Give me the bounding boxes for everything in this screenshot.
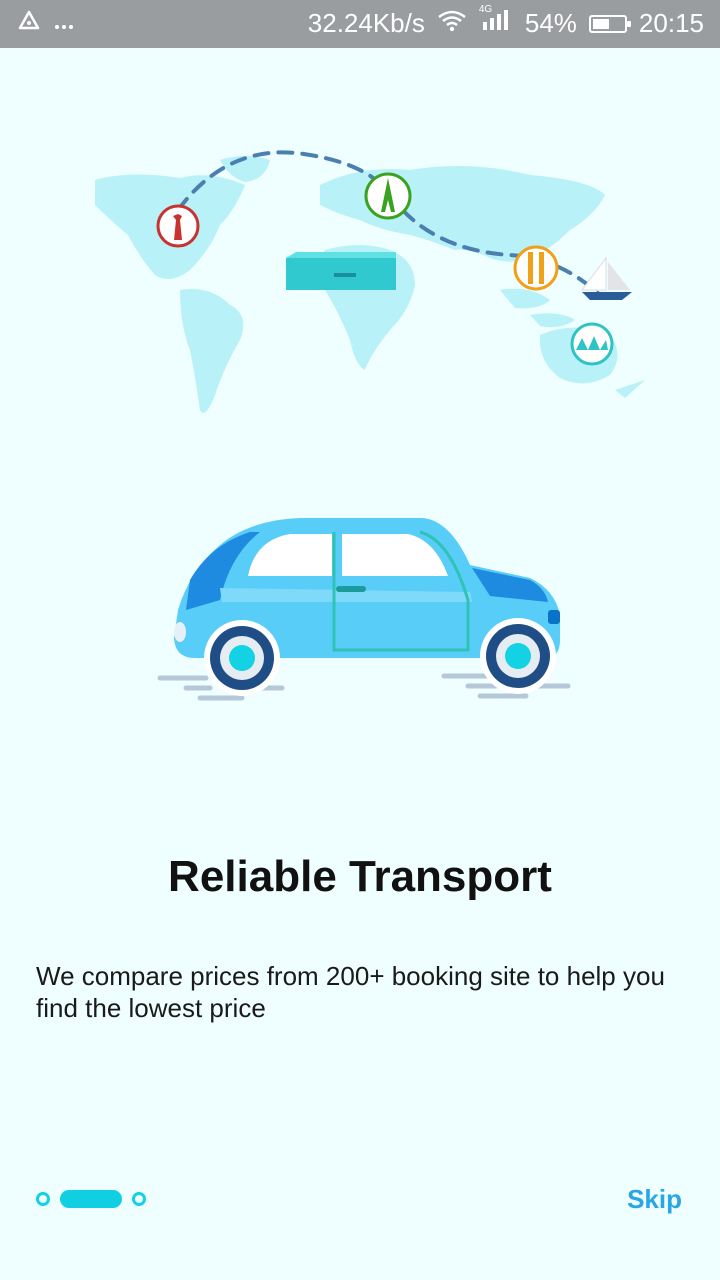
world-map-illustration (95, 150, 645, 413)
wifi-icon (437, 8, 467, 39)
page-dot-2-active[interactable] (60, 1190, 122, 1208)
network-speed: 32.24Kb/s (307, 8, 425, 38)
page-dot-3[interactable] (132, 1192, 146, 1206)
page-title: Reliable Transport (168, 852, 552, 901)
battery-icon (588, 14, 631, 33)
battery-fill (592, 18, 609, 29)
status-bar: 32.24Kb/s 4G 54% 20:15 (0, 0, 720, 48)
clock: 20:15 (638, 8, 704, 38)
status-bar-left (18, 10, 74, 36)
status-bar-right: 32.24Kb/s 4G 54% 20:15 (307, 4, 704, 39)
more-dots-icon (54, 10, 74, 36)
page-indicator (36, 1190, 146, 1208)
rear-wheel (204, 620, 280, 696)
page-dot-1[interactable] (36, 1192, 50, 1206)
signal-icon: 4G (479, 4, 513, 39)
cargo-box-icon (286, 252, 396, 290)
car-illustration (157, 518, 571, 701)
towers-pin-icon (513, 245, 559, 291)
battery-percent: 54% (524, 8, 577, 38)
opera-house-pin-icon (570, 322, 614, 366)
front-wheel (480, 618, 556, 694)
eiffel-pin-icon (364, 172, 412, 220)
liberty-pin-icon (156, 204, 200, 248)
skip-button[interactable]: Skip (627, 1184, 682, 1215)
alert-triangle-icon (18, 10, 40, 36)
network-type-label: 4G (478, 4, 493, 15)
sailboat-icon (581, 256, 632, 300)
page-description: We compare prices from 200+ booking site… (36, 961, 665, 1023)
